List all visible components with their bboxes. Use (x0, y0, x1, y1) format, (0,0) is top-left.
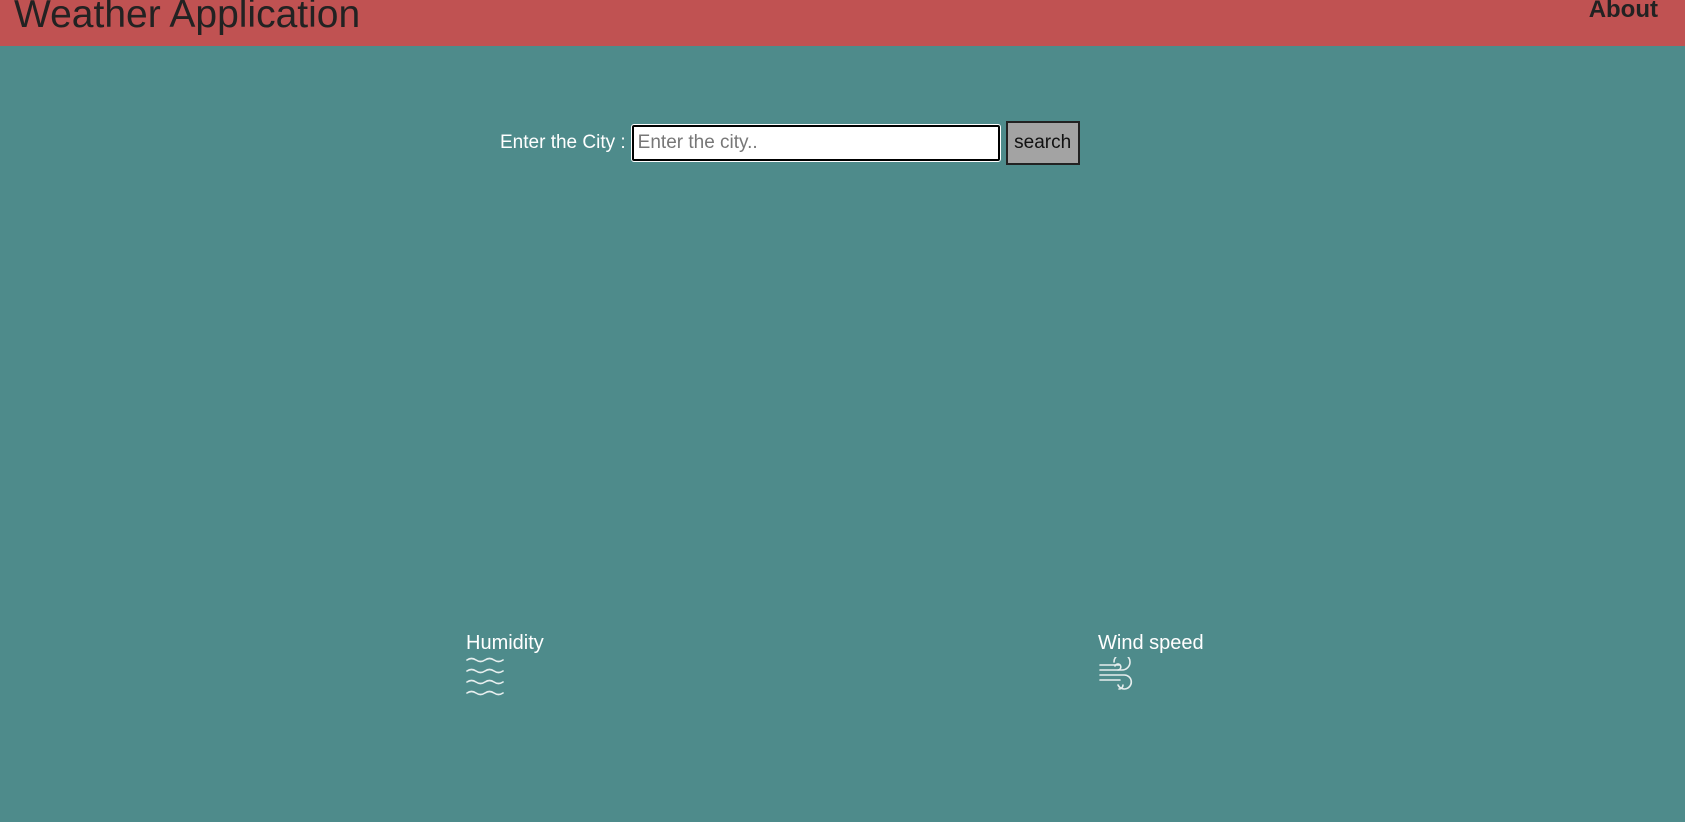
humidity-panel: Humidity (466, 632, 544, 697)
search-button[interactable]: search (1005, 121, 1080, 165)
app-header: Weather Application About (0, 0, 1685, 46)
city-input[interactable] (630, 124, 1001, 162)
wind-speed-label: Wind speed (1098, 632, 1204, 654)
search-form: Enter the City : search (500, 121, 1080, 165)
wind-icon (1099, 657, 1133, 690)
water-waves-icon (466, 657, 504, 696)
app-title: Weather Application (14, 0, 361, 36)
city-label: Enter the City : (500, 132, 626, 153)
about-link[interactable]: About (1589, 0, 1658, 24)
wind-panel: Wind speed (1098, 632, 1204, 697)
humidity-label: Humidity (466, 632, 544, 654)
